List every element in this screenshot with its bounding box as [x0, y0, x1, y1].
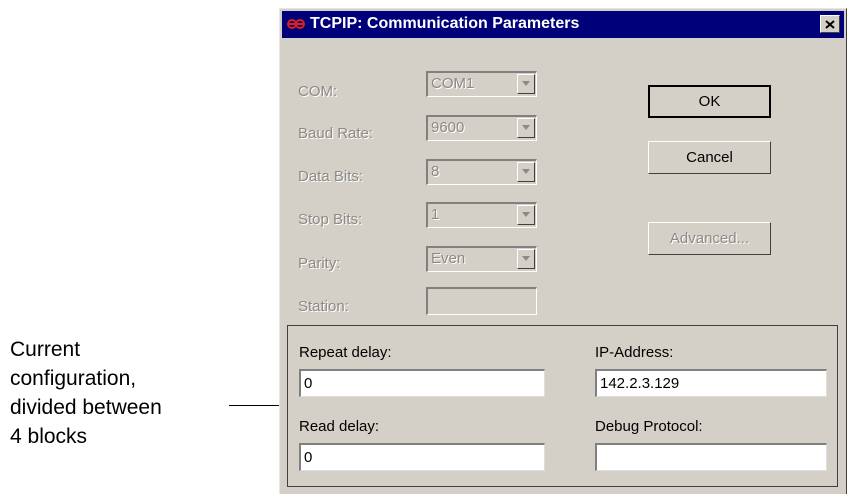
- cancel-button[interactable]: Cancel: [648, 141, 771, 174]
- baud-rate-label: Baud Rate:: [298, 125, 374, 142]
- stop-bits-value: 1: [431, 206, 440, 223]
- data-bits-dropdown: 8: [426, 159, 537, 185]
- station-label: Station:: [298, 298, 349, 315]
- repeat-delay-input[interactable]: 0: [299, 369, 545, 397]
- parity-label: Parity:: [298, 255, 341, 272]
- com-value: COM1: [431, 75, 475, 92]
- stop-bits-dropdown: 1: [426, 202, 537, 228]
- chevron-down-icon: [517, 118, 535, 138]
- ip-address-label: IP-Address:: [595, 344, 674, 361]
- dialog-window: TCPIP: Communication Parameters COM: COM…: [279, 8, 847, 494]
- close-button[interactable]: [820, 15, 840, 33]
- read-delay-input[interactable]: 0: [299, 443, 545, 471]
- com-dropdown: COM1: [426, 71, 537, 97]
- read-delay-label: Read delay:: [299, 418, 380, 435]
- title-bar[interactable]: TCPIP: Communication Parameters: [282, 11, 844, 38]
- debug-protocol-label: Debug Protocol:: [595, 418, 703, 435]
- annotation-leader-line: [229, 405, 284, 406]
- parity-dropdown: Even: [426, 246, 537, 272]
- close-icon: [825, 19, 835, 29]
- data-bits-label: Data Bits:: [298, 168, 364, 185]
- data-bits-value: 8: [431, 163, 440, 180]
- ip-address-input[interactable]: 142.2.3.129: [595, 369, 827, 397]
- chevron-down-icon: [517, 205, 535, 225]
- ok-button[interactable]: OK: [648, 85, 771, 118]
- annotation-callout: Current configuration, divided between 4…: [10, 338, 162, 448]
- advanced-button: Advanced...: [648, 222, 771, 255]
- red-link-icon: [287, 19, 305, 29]
- com-label: COM:: [298, 83, 338, 100]
- debug-protocol-input[interactable]: [595, 443, 827, 471]
- baud-rate-dropdown: 9600: [426, 115, 537, 141]
- stop-bits-label: Stop Bits:: [298, 211, 363, 228]
- baud-rate-value: 9600: [431, 119, 465, 136]
- repeat-delay-label: Repeat delay:: [299, 344, 392, 361]
- parity-value: Even: [431, 250, 466, 267]
- window-title: TCPIP: Communication Parameters: [310, 15, 580, 32]
- chevron-down-icon: [517, 162, 535, 182]
- chevron-down-icon: [517, 74, 535, 94]
- station-input: [426, 287, 537, 315]
- current-configuration-group: Repeat delay: 0 IP-Address: 142.2.3.129 …: [287, 325, 838, 487]
- chevron-down-icon: [517, 249, 535, 269]
